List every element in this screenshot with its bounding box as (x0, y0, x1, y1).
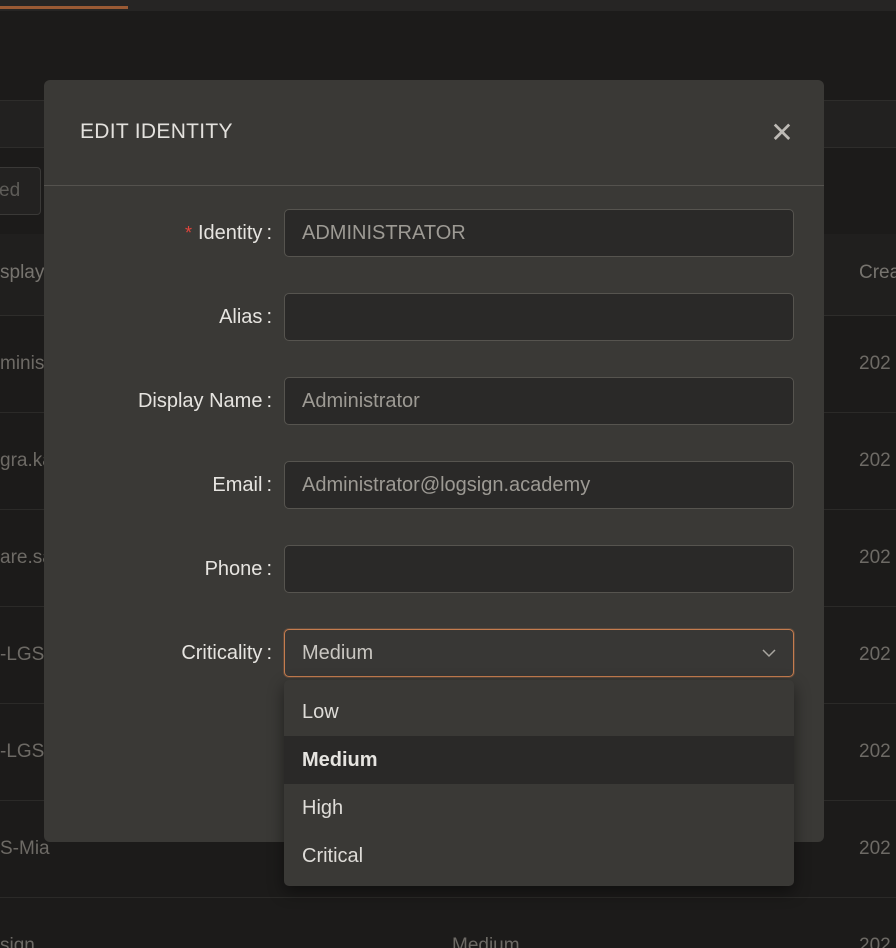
identity-label: * Identity: (44, 209, 272, 257)
modal-title: EDIT IDENTITY (80, 120, 233, 143)
form-row-email: Email: (44, 461, 824, 509)
chevron-down-icon (762, 649, 776, 658)
modal-header: EDIT IDENTITY ✕ (44, 80, 824, 186)
identity-label-text: Identity (197, 222, 263, 244)
label-colon: : (266, 474, 272, 496)
display-name-label-text: Display Name (137, 390, 263, 412)
background-cell-created: 202 (859, 450, 891, 471)
background-cell-criticality: Medium (452, 935, 520, 948)
display-name-input[interactable] (284, 377, 794, 425)
phone-label-text: Phone (204, 558, 263, 580)
email-input[interactable] (284, 461, 794, 509)
display-name-label: Display Name: (44, 377, 272, 425)
form-row-phone: Phone: (44, 545, 824, 593)
identity-input[interactable] (284, 209, 794, 257)
label-colon: : (266, 558, 272, 580)
close-icon[interactable]: ✕ (768, 119, 796, 148)
label-colon: : (266, 306, 272, 328)
background-cell-created: 202 (859, 741, 891, 762)
background-cell-display: sign (0, 935, 35, 948)
criticality-dropdown-menu: Low Medium High Critical (284, 680, 794, 886)
form-row-display-name: Display Name: (44, 377, 824, 425)
phone-label: Phone: (44, 545, 272, 593)
dropdown-option-low[interactable]: Low (284, 688, 794, 736)
background-table-row: sign Medium 202 (0, 898, 896, 948)
background-cell-created: 202 (859, 838, 891, 859)
alias-label-text: Alias (219, 306, 263, 328)
background-column-created: Crea (859, 262, 896, 283)
background-filter-input: ed (0, 167, 41, 215)
label-colon: : (266, 390, 272, 412)
dropdown-option-medium[interactable]: Medium (284, 736, 794, 784)
label-colon: : (266, 222, 272, 244)
alias-label: Alias: (44, 293, 272, 341)
form-row-alias: Alias: (44, 293, 824, 341)
dropdown-option-high[interactable]: High (284, 784, 794, 832)
criticality-select[interactable]: Medium (284, 629, 794, 677)
form-row-criticality: Criticality: Medium (44, 629, 824, 677)
phone-input[interactable] (284, 545, 794, 593)
background-cell-created: 202 (859, 547, 891, 568)
dropdown-option-critical[interactable]: Critical (284, 832, 794, 880)
background-cell-created: 202 (859, 935, 891, 948)
background-cell-created: 202 (859, 644, 891, 665)
top-progress-strip (0, 0, 896, 11)
label-colon: : (266, 642, 272, 664)
background-cell-display: minis (0, 353, 45, 374)
email-label-text: Email (212, 474, 263, 496)
criticality-select-value: Medium (302, 642, 374, 664)
background-cell-display: S-Mia (0, 838, 50, 859)
background-column-display: splay (0, 262, 45, 283)
top-progress-accent (0, 6, 128, 9)
criticality-label-text: Criticality (181, 642, 263, 664)
background-cell-created: 202 (859, 353, 891, 374)
required-marker: * (184, 223, 192, 243)
criticality-label: Criticality: (44, 629, 272, 677)
email-label: Email: (44, 461, 272, 509)
app-window: ed splay Crea minis 202 gra.ka 202 are.s… (0, 0, 896, 948)
form-row-identity: * Identity: (44, 209, 824, 257)
alias-input[interactable] (284, 293, 794, 341)
